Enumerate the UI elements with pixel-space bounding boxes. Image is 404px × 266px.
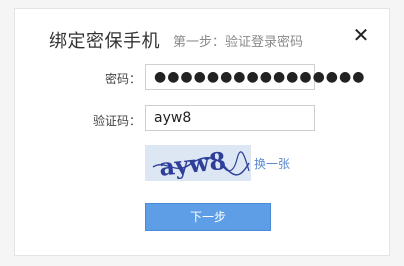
password-field[interactable]: ●●●●●●●●●●●●●●●● [145,64,364,90]
refresh-captcha-link[interactable]: 换一张 [254,155,290,172]
dialog-title: 绑定密保手机 [49,31,160,52]
password-label: 密码： [104,72,141,86]
captcha-graphic: ayw8 [152,146,250,181]
bind-phone-dialog: 绑定密保手机 第一步：验证登录密码 ✕ 密码： ●●●●●●●●●●●●●●●●… [14,8,390,256]
step-indicator: 第一步：验证登录密码 [173,35,304,50]
captcha-input[interactable]: ayw8 [145,105,315,131]
next-step-button[interactable]: 下一步 [145,203,271,231]
captcha-image: ayw8 [145,145,251,181]
close-icon[interactable]: ✕ [351,25,371,45]
captcha-label: 验证码： [92,114,141,128]
